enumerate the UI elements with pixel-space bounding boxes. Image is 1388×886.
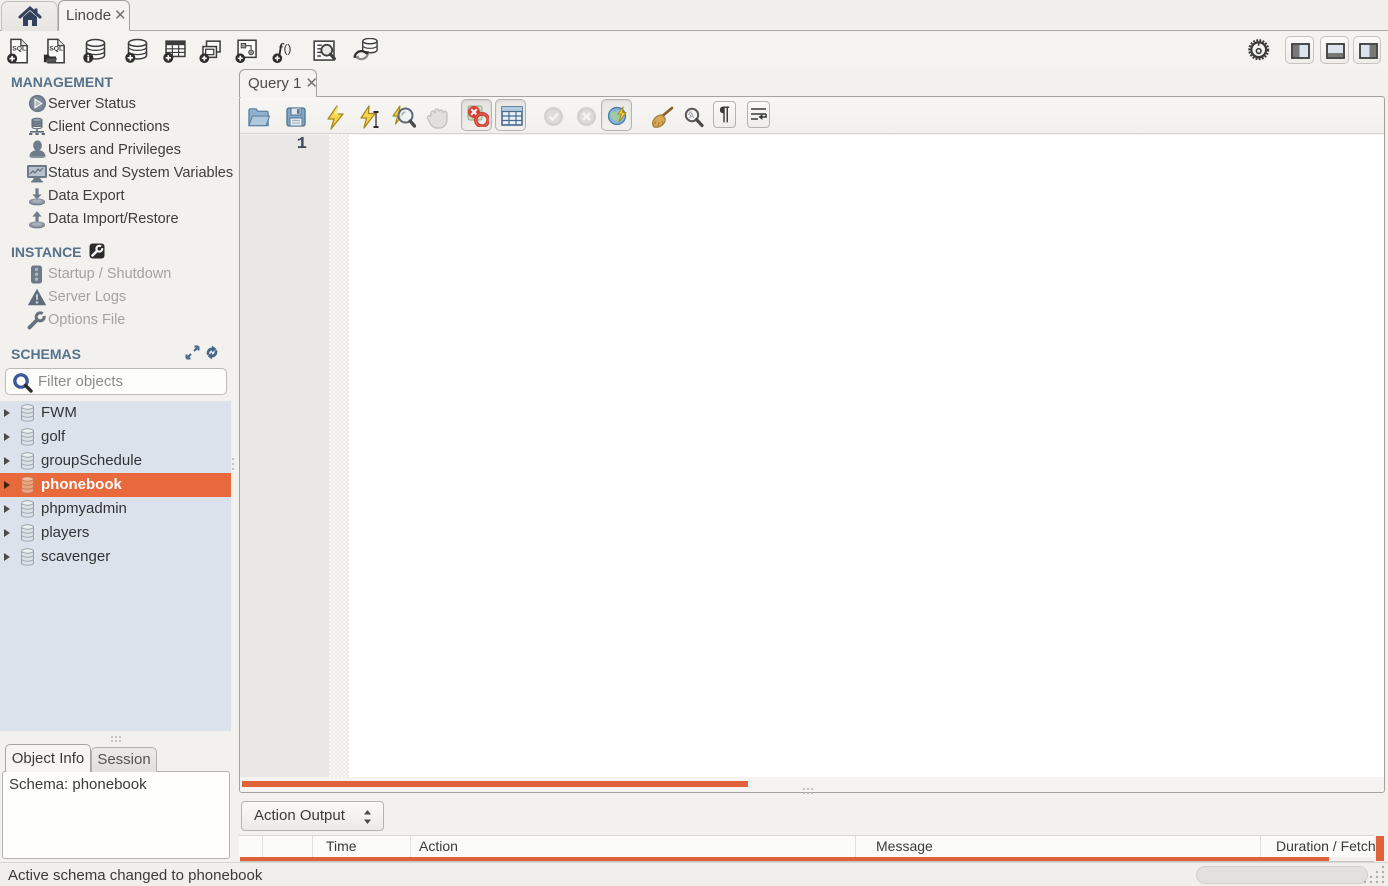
svg-text:(): () xyxy=(284,42,292,55)
svg-text:A: A xyxy=(689,113,694,120)
svg-text:SQL: SQL xyxy=(12,46,26,53)
svg-text:SQL: SQL xyxy=(49,46,63,53)
